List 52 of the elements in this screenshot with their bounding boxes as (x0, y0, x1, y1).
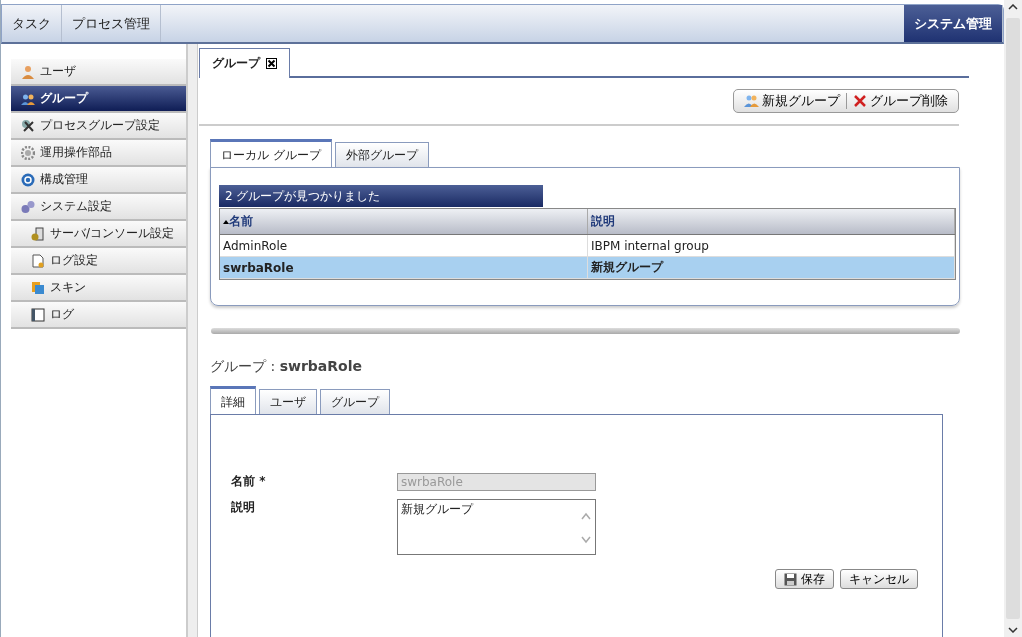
nav-tab[interactable]: システム管理 (904, 5, 1003, 42)
server-icon (31, 226, 45, 241)
tab[interactable]: 外部グループ (334, 142, 429, 168)
table-cell: swrbaRole (220, 257, 588, 278)
sidebar-item[interactable]: グループ (11, 86, 186, 113)
close-icon[interactable] (266, 58, 277, 69)
sidebar-item[interactable]: サーバ/コンソール設定 (11, 221, 186, 248)
person-icon (21, 64, 35, 79)
sidebar-item[interactable]: スキン (11, 275, 186, 302)
document-icon (31, 253, 45, 268)
sidebar-item[interactable]: 運用操作部品 (11, 140, 186, 167)
table-cell: AdminRole (220, 235, 588, 256)
column-header[interactable]: 説明 (588, 209, 955, 234)
save-icon (784, 572, 797, 586)
sidebar-item[interactable]: ログ (11, 302, 186, 329)
field-label: 説明 (231, 499, 256, 516)
tools-icon (21, 118, 35, 133)
detail-title: グループ : swrbaRole (210, 358, 363, 376)
people-icon (744, 93, 759, 109)
sidebar-item[interactable]: ログ設定 (11, 248, 186, 275)
scrollbar[interactable] (1004, 0, 1022, 637)
sidebar-item[interactable]: 構成管理 (11, 167, 186, 194)
splitter[interactable] (211, 328, 960, 334)
page-tab[interactable]: グループ (199, 48, 290, 78)
nav-tab[interactable]: タスク (2, 5, 62, 42)
gear-icon (21, 145, 35, 160)
column-header[interactable]: 名前 (220, 209, 588, 234)
table-row[interactable]: swrbaRole 新規グループ (220, 257, 955, 279)
book-icon (31, 307, 45, 322)
result-title: 2 グループが見つかりました (219, 185, 543, 207)
sidebar-item[interactable]: プロセスグループ設定 (11, 113, 186, 140)
splitter[interactable] (187, 44, 198, 637)
window-icon (31, 280, 45, 295)
sidebar-item[interactable]: システム設定 (11, 194, 186, 221)
delete-group-button[interactable]: グループ削除 (849, 90, 952, 112)
sidebar-item[interactable]: ユーザ (11, 59, 186, 86)
cancel-button[interactable]: キャンセル (840, 569, 918, 589)
scroll-down-icon[interactable] (1008, 627, 1018, 633)
table-row[interactable]: AdminRole IBPM internal group (220, 235, 955, 257)
tab[interactable]: グループ (320, 389, 390, 415)
save-button[interactable]: 保存 (775, 569, 834, 589)
new-group-button[interactable]: 新規グループ (740, 90, 844, 112)
table-cell: 新規グループ (588, 257, 955, 278)
delete-icon (853, 94, 867, 108)
scroll-up-icon[interactable] (1008, 4, 1018, 10)
tab[interactable]: ローカル グループ (210, 139, 332, 168)
field-label: 名前 * (231, 473, 267, 490)
tab[interactable]: ユーザ (259, 389, 317, 415)
table-cell: IBPM internal group (588, 235, 955, 256)
nav-tab[interactable]: プロセス管理 (62, 5, 161, 42)
tab[interactable]: 詳細 (210, 386, 256, 415)
description-field[interactable]: 新規グループ (397, 499, 596, 555)
